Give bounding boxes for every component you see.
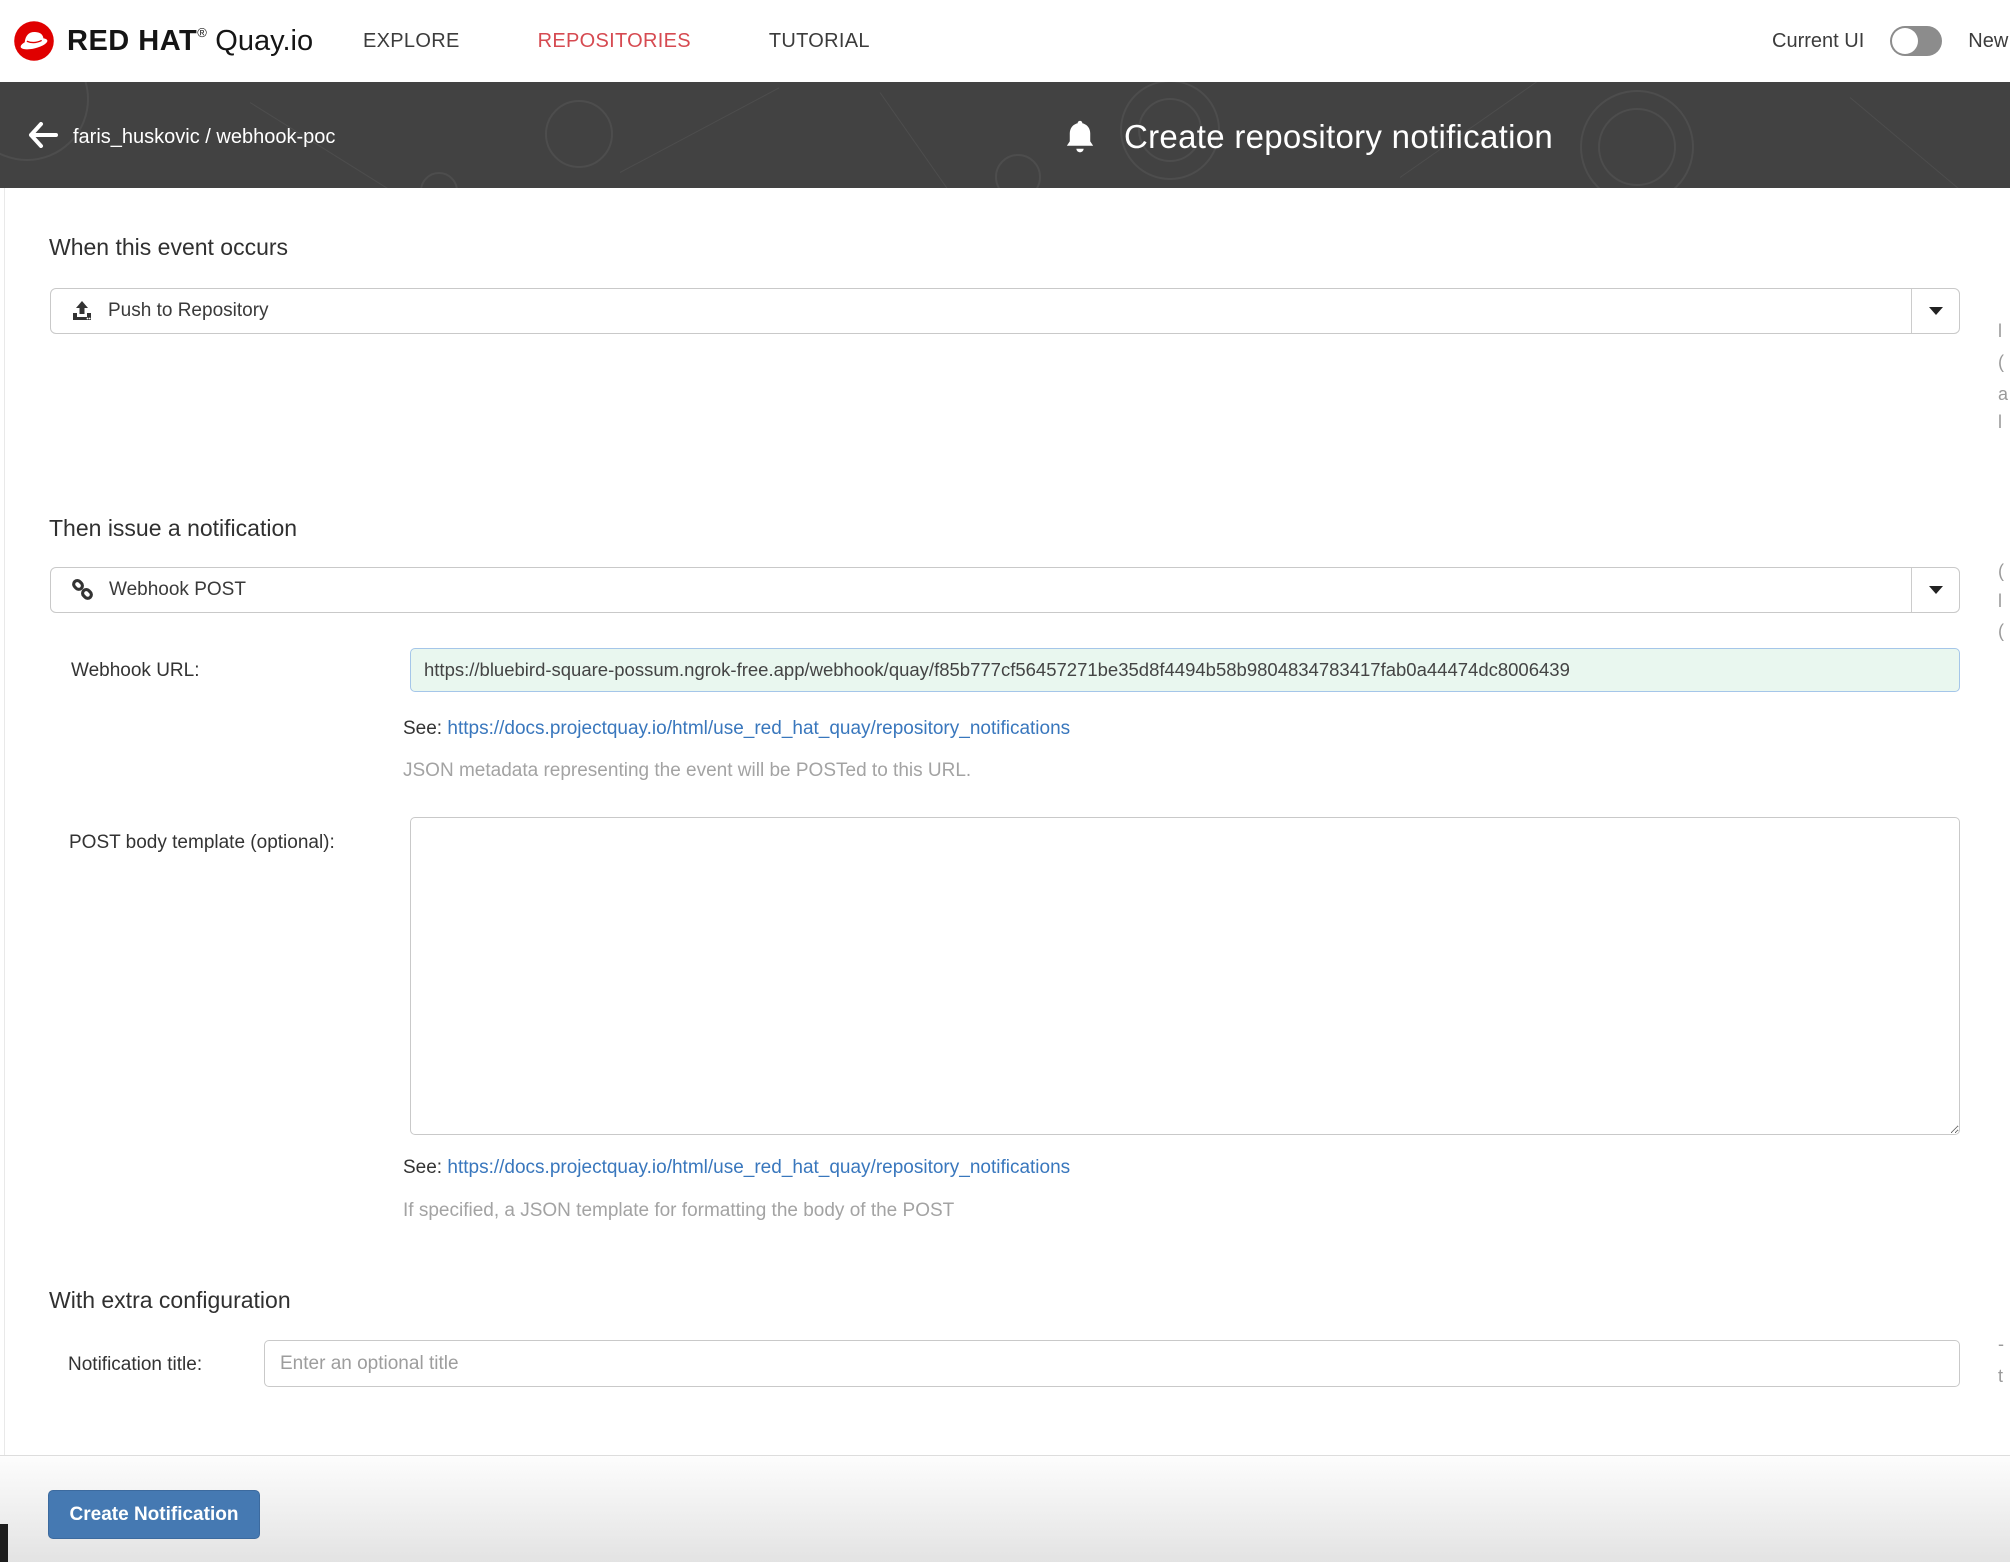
- footer-bar: Create Notification: [0, 1456, 2010, 1562]
- breadcrumb[interactable]: faris_huskovic / webhook-poc: [73, 126, 335, 149]
- brand-redhat-text: RED HAT: [67, 25, 197, 57]
- clipped-help-text: a: [1998, 384, 2008, 405]
- brand[interactable]: RED HAT® Quay.io: [12, 0, 313, 82]
- clipped-help-text: (: [1998, 352, 2004, 373]
- notification-method-dropdown[interactable]: Webhook POST: [50, 567, 1960, 613]
- ui-toggle-knob: [1892, 28, 1918, 54]
- bell-icon: [1062, 118, 1098, 156]
- clipped-help-text: t: [1998, 1366, 2003, 1387]
- redhat-logo-icon: [12, 19, 56, 63]
- brand-product-text: Quay.io: [215, 25, 313, 57]
- decor-ring: [420, 172, 458, 188]
- chevron-down-icon: [1929, 307, 1943, 315]
- back-arrow-icon[interactable]: [28, 122, 58, 153]
- see-prefix: See:: [403, 1157, 442, 1178]
- notification-dropdown-caret-button[interactable]: [1911, 568, 1959, 612]
- webhook-url-help: JSON metadata representing the event wil…: [403, 760, 971, 782]
- decor-ring: [995, 154, 1041, 188]
- create-notification-button[interactable]: Create Notification: [48, 1490, 260, 1539]
- clipped-help-text: l: [1998, 321, 2002, 342]
- clipped-help-text: l: [1998, 591, 2002, 612]
- event-section-heading: When this event occurs: [49, 234, 288, 261]
- ui-toggle[interactable]: [1890, 26, 1942, 56]
- top-navbar: RED HAT® Quay.io EXPLORE REPOSITORIES TU…: [0, 0, 2010, 82]
- notification-title-input[interactable]: [264, 1340, 1960, 1387]
- page-header: faris_huskovic / webhook-poc Create repo…: [0, 82, 2010, 188]
- see-prefix: See:: [403, 718, 442, 739]
- post-body-docs-link[interactable]: https://docs.projectquay.io/html/use_red…: [447, 1157, 1070, 1178]
- decor-line: [880, 92, 973, 188]
- bottom-left-edge: [0, 1524, 8, 1562]
- decor-ring: [545, 100, 613, 168]
- decor-line: [620, 88, 779, 173]
- clipped-help-text: l: [1998, 412, 2002, 433]
- event-type-dropdown[interactable]: Push to Repository: [50, 288, 1960, 334]
- nav-links: EXPLORE REPOSITORIES TUTORIAL: [363, 0, 870, 82]
- clipped-help-text: (: [1998, 561, 2004, 582]
- nav-link-repositories[interactable]: REPOSITORIES: [538, 30, 691, 53]
- notification-title-label: Notification title:: [68, 1354, 202, 1376]
- page-title-block: Create repository notification: [1062, 118, 1553, 156]
- post-body-see-row: See: https://docs.projectquay.io/html/us…: [403, 1157, 1070, 1179]
- nav-link-explore[interactable]: EXPLORE: [363, 30, 460, 53]
- notification-selected-value: Webhook POST: [109, 579, 246, 601]
- clipped-help-text: (: [1998, 621, 2004, 642]
- nav-link-tutorial[interactable]: TUTORIAL: [769, 30, 870, 53]
- decor-ring: [1598, 108, 1676, 186]
- upload-icon: [70, 299, 94, 323]
- webhook-url-see-row: See: https://docs.projectquay.io/html/us…: [403, 718, 1070, 740]
- page-title: Create repository notification: [1124, 118, 1553, 156]
- new-ui-label: New: [1968, 30, 2008, 53]
- webhook-docs-link[interactable]: https://docs.projectquay.io/html/use_red…: [447, 718, 1070, 739]
- post-body-help: If specified, a JSON template for format…: [403, 1200, 954, 1222]
- clipped-help-text: -: [1998, 1334, 2004, 1355]
- post-body-textarea[interactable]: [410, 817, 1960, 1135]
- ui-version-switch: Current UI New: [1772, 0, 2008, 82]
- quay-create-notification-page: RED HAT® Quay.io EXPLORE REPOSITORIES TU…: [0, 0, 2010, 1562]
- notification-section-heading: Then issue a notification: [49, 515, 297, 542]
- chevron-down-icon: [1929, 586, 1943, 594]
- webhook-url-input[interactable]: [410, 648, 1960, 692]
- webhook-url-label: Webhook URL:: [71, 660, 200, 682]
- extra-config-heading: With extra configuration: [49, 1287, 291, 1314]
- event-selected-value: Push to Repository: [108, 300, 269, 322]
- decor-line: [1850, 97, 1973, 188]
- event-dropdown-caret-button[interactable]: [1911, 289, 1959, 333]
- link-icon: [70, 578, 95, 603]
- content-left-border: [4, 188, 5, 1524]
- brand-registered-mark: ®: [197, 25, 207, 40]
- current-ui-label: Current UI: [1772, 30, 1864, 53]
- post-body-label: POST body template (optional):: [69, 832, 335, 854]
